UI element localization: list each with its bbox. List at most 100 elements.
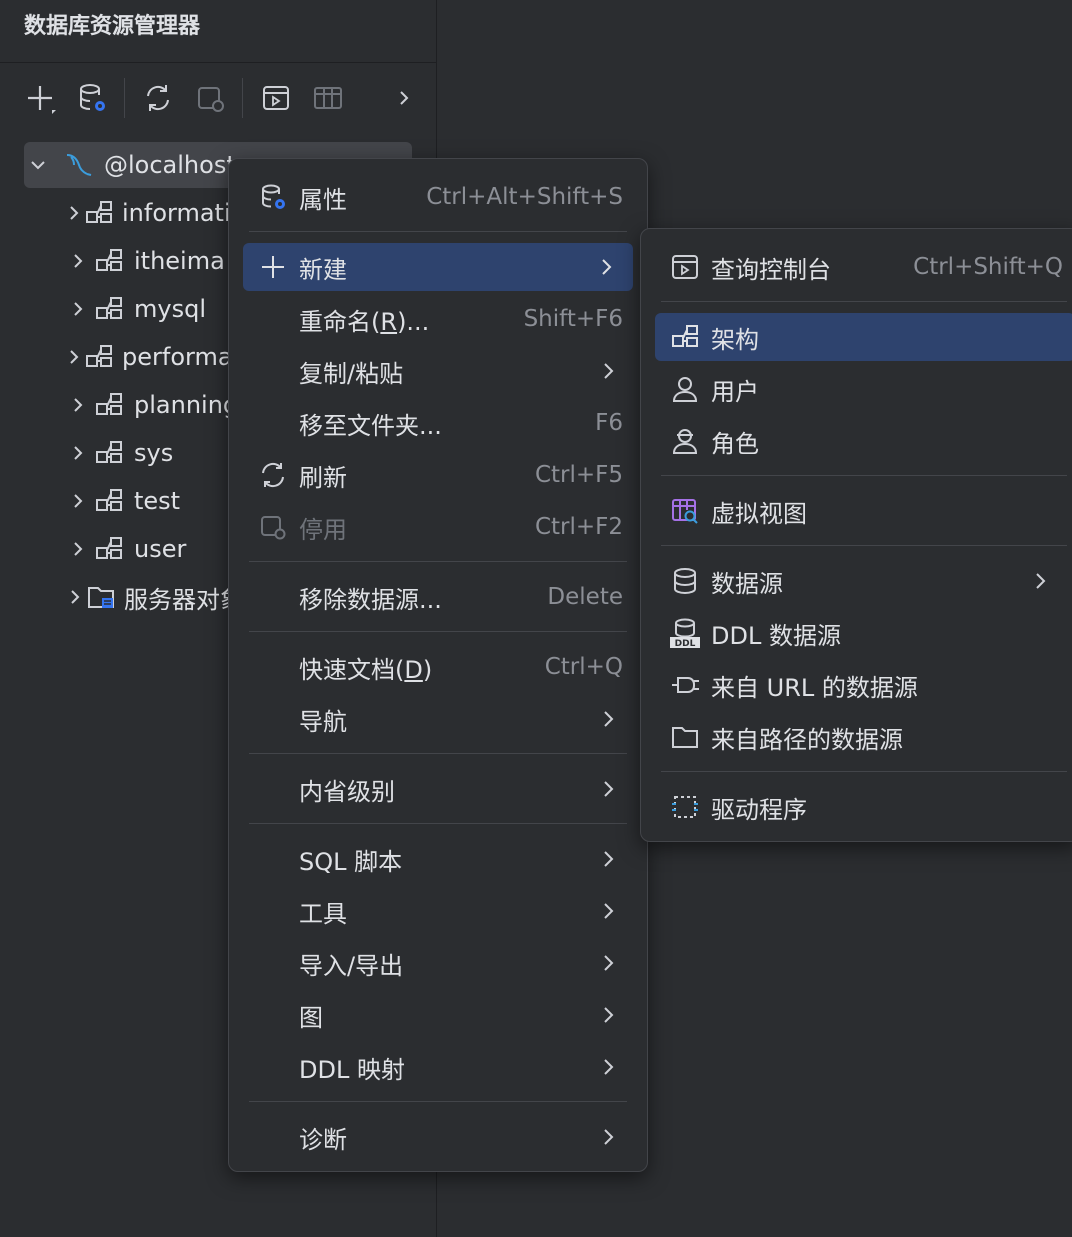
menu-separator	[249, 1101, 627, 1102]
context-menu: 属性 Ctrl+Alt+Shift+S 新建 重命名(R)... Shift+F…	[228, 158, 648, 1172]
chevron-right-icon[interactable]	[64, 343, 84, 371]
chevron-right-icon[interactable]	[64, 583, 86, 611]
chevron-right-icon	[599, 359, 619, 383]
tree-item-schema[interactable]: mysql	[64, 286, 244, 332]
submenu-item-path-data-source[interactable]: 来自路径的数据源	[655, 713, 1072, 761]
disconnect-button[interactable]	[190, 78, 230, 118]
menu-item-refresh[interactable]: 刷新 Ctrl+F5	[243, 451, 635, 499]
menu-item-label: 复制/粘贴	[299, 359, 404, 388]
menu-item-label: 虚拟视图	[711, 499, 807, 528]
menu-item-diagnostics[interactable]: 诊断	[243, 1113, 635, 1161]
menu-item-label: 诊断	[299, 1125, 347, 1154]
refresh-icon	[257, 459, 289, 491]
schema-icon	[92, 532, 126, 566]
menu-item-import-export[interactable]: 导入/导出	[243, 939, 635, 987]
menu-item-ddl-mapping[interactable]: DDL 映射	[243, 1043, 635, 1091]
data-source-properties-button[interactable]	[72, 78, 112, 118]
folder-icon	[669, 721, 701, 753]
menu-item-label: 架构	[711, 325, 759, 354]
role-icon	[669, 425, 701, 457]
menu-item-copy-paste[interactable]: 复制/粘贴	[243, 347, 635, 395]
tree-item-schema[interactable]: itheima	[64, 238, 244, 284]
menu-item-disable: 停用 Ctrl+F2	[243, 503, 635, 551]
menu-item-label: DDL 映射	[299, 1055, 405, 1084]
chevron-right-icon[interactable]	[64, 247, 92, 275]
tree-item-label: user	[134, 535, 187, 563]
menu-item-quick-doc[interactable]: 快速文档(D) Ctrl+Q	[243, 643, 635, 691]
submenu-item-ddl-data-source[interactable]: DDL DDL 数据源	[655, 609, 1072, 657]
tree-item-label: planning	[134, 391, 239, 419]
chevron-right-icon[interactable]	[64, 199, 84, 227]
chevron-right-icon[interactable]	[64, 295, 92, 323]
add-button[interactable]	[20, 78, 60, 118]
menu-item-label: 内省级别	[299, 777, 395, 806]
menu-item-label: 数据源	[711, 569, 783, 598]
tree-item-label: performance_schema	[122, 343, 244, 371]
menu-item-label: 新建	[299, 255, 347, 284]
schema-icon	[84, 340, 114, 374]
submenu-item-role[interactable]: 角色	[655, 417, 1072, 465]
chevron-right-icon	[599, 1125, 619, 1149]
table-view-button[interactable]	[308, 78, 348, 118]
submenu-item-schema[interactable]: 架构	[655, 313, 1072, 361]
menu-item-new[interactable]: 新建	[243, 243, 633, 291]
tree-item-schema[interactable]: test	[64, 478, 244, 524]
disconnect-icon	[198, 87, 224, 112]
tree-item-schema[interactable]: information_schema	[64, 190, 244, 236]
schema-icon	[92, 244, 126, 278]
jump-to-console-button[interactable]	[256, 78, 296, 118]
svg-text:DDL: DDL	[675, 639, 696, 649]
menu-item-diagram[interactable]: 图	[243, 991, 635, 1039]
menu-item-shortcut: F6	[595, 410, 623, 436]
submenu-item-url-data-source[interactable]: 来自 URL 的数据源	[655, 661, 1072, 709]
menu-item-label: 查询控制台	[711, 255, 831, 284]
menu-separator	[249, 823, 627, 824]
menu-item-label: 移除数据源...	[299, 585, 442, 614]
menu-item-introspection-level[interactable]: 内省级别	[243, 765, 635, 813]
menu-item-label: 移至文件夹...	[299, 411, 442, 440]
refresh-button[interactable]	[138, 78, 178, 118]
schema-icon	[92, 436, 126, 470]
schema-icon	[92, 388, 126, 422]
menu-item-label: 来自路径的数据源	[711, 725, 903, 754]
chevron-right-icon	[599, 1055, 619, 1079]
chevron-down-icon[interactable]	[24, 151, 52, 179]
menu-item-remove-data-source[interactable]: 移除数据源... Delete	[243, 573, 635, 621]
menu-item-navigate[interactable]: 导航	[243, 695, 635, 743]
chevron-right-icon	[599, 847, 619, 871]
chevron-right-icon[interactable]	[64, 439, 92, 467]
table-icon	[314, 87, 342, 109]
schema-icon	[92, 484, 126, 518]
database-icon	[669, 565, 701, 597]
chevron-right-icon	[1031, 569, 1051, 593]
mysql-dolphin-icon	[62, 148, 96, 182]
submenu-item-data-source[interactable]: 数据源	[655, 557, 1072, 605]
menu-item-sql-script[interactable]: SQL 脚本	[243, 835, 635, 883]
tree-item-schema[interactable]: sys	[64, 430, 244, 476]
chevron-right-icon[interactable]	[64, 535, 92, 563]
chevron-right-icon[interactable]	[64, 487, 92, 515]
menu-item-rename[interactable]: 重命名(R)... Shift+F6	[243, 295, 635, 343]
submenu-item-query-console[interactable]: 查询控制台 Ctrl+Shift+Q	[655, 243, 1072, 291]
menu-item-move-to-folder[interactable]: 移至文件夹... F6	[243, 399, 635, 447]
menu-item-label: 重命名(R)...	[299, 307, 430, 336]
menu-item-shortcut: Ctrl+F5	[534, 462, 623, 488]
submenu-item-user[interactable]: 用户	[655, 365, 1072, 413]
menu-item-label: 用户	[711, 377, 759, 406]
menu-item-shortcut: Ctrl+Alt+Shift+S	[426, 184, 623, 210]
submenu-item-driver[interactable]: 驱动程序	[655, 783, 1072, 831]
menu-item-shortcut: Ctrl+F2	[534, 514, 623, 540]
menu-item-properties[interactable]: 属性 Ctrl+Alt+Shift+S	[243, 173, 635, 221]
more-toolbar-button[interactable]	[384, 78, 424, 118]
menu-item-tools[interactable]: 工具	[243, 887, 635, 935]
submenu-item-virtual-view[interactable]: 虚拟视图	[655, 487, 1072, 535]
chevron-right-icon[interactable]	[64, 391, 92, 419]
tree-item-schema[interactable]: planning	[64, 382, 244, 428]
menu-item-label: 快速文档(D)	[299, 655, 433, 684]
tree-item-server-objects[interactable]: 服务器对象	[64, 574, 244, 620]
tree-item-label: test	[134, 487, 181, 515]
menu-separator	[661, 475, 1067, 476]
menu-item-label: 导航	[299, 707, 347, 736]
tree-item-schema[interactable]: user	[64, 526, 244, 572]
tree-item-schema[interactable]: performance_schema	[64, 334, 244, 380]
